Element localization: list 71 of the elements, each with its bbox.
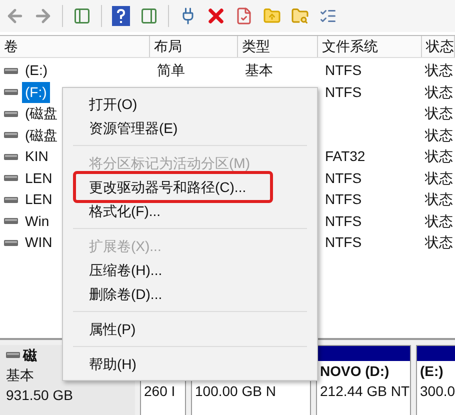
volume-name[interactable]: WIN [22, 232, 56, 254]
table-cell-text: 状态 [425, 104, 453, 124]
table-cell-text: FAT32 [325, 147, 366, 166]
drive-icon [4, 110, 18, 117]
volume-name[interactable]: LEN [22, 189, 56, 210]
drive-icon [4, 240, 18, 246]
table-cell-text: 状态 [425, 147, 453, 166]
table-cell-text: 状态 [425, 233, 453, 252]
disk-size: 931.50 GB [6, 386, 73, 404]
drive-icon [4, 68, 18, 74]
table-cell-text: NTFS [325, 61, 362, 80]
volume-name[interactable]: Win [22, 210, 52, 232]
checklist-icon [319, 7, 337, 25]
drive-icon [4, 89, 18, 96]
table-cell-text: NTFS [325, 233, 362, 252]
drive-icon [6, 352, 20, 358]
help-icon [112, 6, 130, 26]
table-cell-text: 简单 [157, 61, 185, 80]
table-cell-text: NTFS [325, 82, 362, 102]
table-cell-text: NTFS [325, 212, 362, 231]
partition-block[interactable]: (E:) 300.0 [416, 344, 455, 415]
partition-bar [417, 346, 455, 360]
column-header[interactable]: 文件系统 [318, 36, 422, 57]
volume-name[interactable]: (F:) [22, 82, 50, 103]
drive-icon [4, 175, 18, 182]
menu-item[interactable]: 格式化(F)... [73, 199, 307, 223]
table-cell-text: 状态 [425, 190, 453, 210]
table-cell-text: 状态 [425, 168, 453, 188]
panel-icon [140, 7, 158, 25]
partition-size: 212.44 GB NT [320, 382, 410, 400]
table-cell-text: 基本 [245, 61, 273, 80]
table-cell-text: NTFS [325, 190, 362, 210]
drive-icon [4, 132, 18, 138]
file-check-icon [235, 7, 253, 25]
volume-name[interactable]: (E:) [22, 60, 51, 82]
menu-item[interactable]: 删除卷(D)... [73, 282, 307, 306]
partition-size: 300.0 [420, 382, 455, 400]
back-icon [5, 6, 25, 26]
menu-item[interactable]: 压缩卷(H)... [73, 258, 307, 282]
column-header[interactable]: 卷 [0, 36, 150, 57]
column-header[interactable]: 类型 [238, 36, 318, 57]
folder-search-icon [291, 7, 309, 25]
disk-type: 基本 [6, 366, 34, 384]
partition-block[interactable]: NOVO (D:) 212.44 GB NT [316, 344, 411, 415]
partition-size: 100.00 GB N [195, 382, 276, 400]
panel-icon [73, 7, 91, 25]
volume-name[interactable]: KIN [22, 146, 52, 168]
partition-size: 260 I [144, 382, 176, 400]
menu-item[interactable]: 帮助(H) [73, 352, 307, 376]
volume-name[interactable]: (磁盘 [22, 103, 61, 124]
menu-item[interactable]: 资源管理器(E) [73, 116, 307, 140]
table-cell-text: NTFS [325, 168, 362, 188]
partition-title: (E:) [420, 362, 444, 380]
column-header[interactable]: 状态 [422, 36, 455, 57]
volume-name[interactable]: LEN [22, 168, 56, 189]
drive-icon [4, 196, 18, 203]
volume-name[interactable]: (磁盘 [22, 124, 61, 146]
menu-item[interactable]: 属性(P) [73, 317, 307, 341]
menu-item[interactable]: 打开(O) [73, 92, 307, 116]
partition-title: NOVO (D:) [320, 362, 390, 380]
menu-item[interactable]: 更改驱动器号和路径(C)... [73, 175, 307, 199]
table-cell-text: 状态 [425, 126, 453, 145]
table-cell-text: 状态 [425, 212, 453, 231]
forward-icon [33, 6, 53, 26]
drive-icon [4, 154, 18, 160]
folder-up-icon [263, 7, 281, 25]
disk-name: 磁 [23, 346, 37, 364]
drive-icon [4, 218, 18, 224]
table-cell-text: 状态 [425, 61, 453, 80]
table-cell-text: 状态 [425, 82, 453, 102]
column-header[interactable]: 布局 [150, 36, 238, 57]
